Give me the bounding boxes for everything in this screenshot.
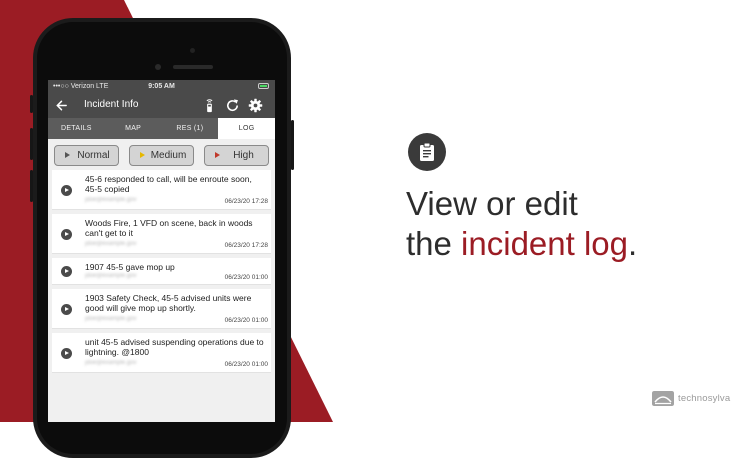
back-arrow-icon[interactable] (55, 99, 68, 112)
clipboard-badge (408, 133, 446, 171)
volume-up-button (30, 128, 33, 160)
brand-name: technosylva (678, 393, 731, 404)
tab-log[interactable]: LOG (218, 118, 275, 139)
brand-logo-lockup: technosylva (652, 391, 730, 406)
tab-details[interactable]: DETAILS (48, 118, 105, 139)
play-circle-icon[interactable] (61, 185, 72, 196)
priority-label: Normal (77, 150, 110, 161)
priority-filter: Normal Medium High (48, 139, 275, 170)
log-entry-timestamp: 06/23/20 17:28 (224, 242, 268, 249)
technosylva-logo-icon (652, 391, 674, 406)
play-circle-icon[interactable] (61, 304, 72, 315)
log-entry[interactable]: unit 45-5 advised suspending operations … (52, 333, 271, 373)
log-entry-author: jdoe@example.gov (85, 273, 137, 279)
headline: View or edit the incident log. (406, 184, 637, 264)
headline-plain: the (406, 225, 462, 262)
headline-line-1: View or edit (406, 185, 578, 222)
clipboard-icon (420, 142, 434, 161)
headline-accent: incident log (461, 225, 628, 262)
priority-label: High (233, 150, 254, 161)
log-entry-author: jdoe@example.gov (85, 316, 137, 322)
volume-down-button (30, 170, 33, 202)
play-circle-icon[interactable] (61, 266, 72, 277)
log-entry[interactable]: 45-6 responded to call, will be enroute … (52, 170, 271, 210)
log-entry-timestamp: 06/23/20 01:00 (224, 317, 268, 324)
log-entry-timestamp: 06/23/20 17:28 (224, 198, 268, 205)
battery-icon (258, 83, 269, 89)
earpiece-speaker (173, 65, 213, 69)
priority-label: Medium (150, 150, 187, 161)
mute-switch (30, 95, 33, 113)
log-entry-text: unit 45-5 advised suspending operations … (85, 337, 264, 357)
log-entry-author: jdoe@example.gov (85, 360, 137, 366)
log-entry[interactable]: 1907 45-5 gave mop up jdoe@example.gov 0… (52, 258, 271, 285)
priority-normal-button[interactable]: Normal (54, 145, 119, 166)
refresh-icon[interactable] (225, 98, 240, 113)
power-button (291, 120, 294, 170)
log-entry-timestamp: 06/23/20 01:00 (224, 361, 268, 368)
log-entry-text: Woods Fire, 1 VFD on scene, back in wood… (85, 218, 253, 238)
proximity-sensor (190, 48, 195, 53)
log-entry-text: 45-6 responded to call, will be enroute … (85, 174, 252, 194)
app-screen: •••○○ Verizon LTE 9:05 AM Incident Info (48, 80, 275, 422)
tab-map[interactable]: MAP (105, 118, 162, 139)
tab-resources[interactable]: RES (1) (162, 118, 219, 139)
priority-high-button[interactable]: High (204, 145, 269, 166)
app-bar: Incident Info (48, 93, 275, 118)
log-entry[interactable]: Woods Fire, 1 VFD on scene, back in wood… (52, 214, 271, 254)
log-entry-author: jdoe@example.gov (85, 241, 137, 247)
play-circle-icon[interactable] (61, 348, 72, 359)
headline-line-2: the incident log. (406, 224, 637, 264)
clock: 9:05 AM (148, 83, 175, 90)
radio-icon[interactable] (202, 98, 217, 113)
log-entry-text: 1903 Safety Check, 45-5 advised units we… (85, 293, 252, 313)
page-title: Incident Info (84, 99, 139, 110)
log-entry-timestamp: 06/23/20 01:00 (224, 274, 268, 281)
priority-medium-button[interactable]: Medium (129, 145, 194, 166)
log-entry-author: jdoe@example.gov (85, 197, 137, 203)
tab-bar: DETAILS MAP RES (1) LOG (48, 118, 275, 139)
headline-period: . (628, 225, 638, 262)
log-list: 45-6 responded to call, will be enroute … (48, 170, 275, 373)
log-entry[interactable]: 1903 Safety Check, 45-5 advised units we… (52, 289, 271, 329)
front-camera (155, 64, 161, 70)
status-bar: •••○○ Verizon LTE 9:05 AM (48, 80, 275, 93)
log-entry-text: 1907 45-5 gave mop up (85, 262, 175, 272)
gear-icon[interactable] (248, 98, 263, 113)
play-circle-icon[interactable] (61, 229, 72, 240)
